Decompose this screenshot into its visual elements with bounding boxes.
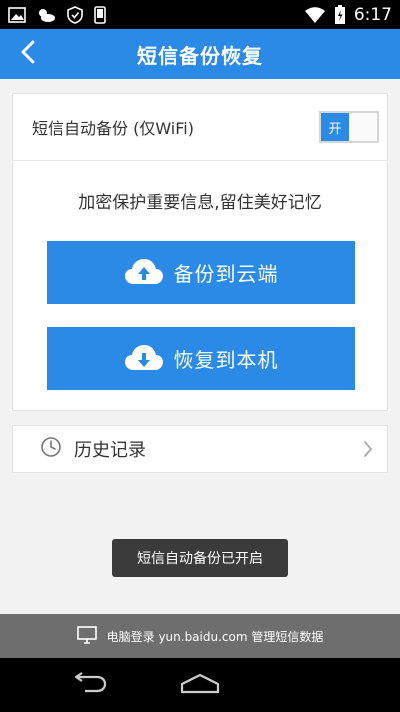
status-right-icons: 6:17 (304, 4, 392, 25)
app-header: 短信备份恢复 (0, 29, 400, 79)
auto-backup-label: 短信自动备份 (仅WiFi) (32, 119, 194, 138)
history-row[interactable]: 历史记录 (12, 425, 388, 473)
system-nav-bar (0, 658, 400, 712)
system-home-button[interactable] (170, 668, 230, 702)
back-arrow-icon (69, 672, 107, 698)
monitor-icon (76, 625, 97, 647)
status-time: 6:17 (353, 4, 392, 25)
footer-link[interactable]: 电脑登录 yun.baidu.com 管理短信数据 (0, 614, 400, 658)
phone-icon (94, 5, 106, 24)
status-left-icons (8, 5, 106, 24)
home-icon (180, 672, 220, 698)
auto-backup-toggle[interactable]: 开 (319, 111, 379, 143)
backup-card: 短信自动备份 (仅WiFi) 开 加密保护重要信息,留住美好记忆 备份到云端 恢… (12, 93, 388, 411)
chevron-left-icon (20, 40, 36, 68)
toast-message: 短信自动备份已开启 (112, 539, 288, 577)
cloud-upload-icon (124, 257, 164, 289)
system-back-button[interactable] (58, 668, 118, 702)
footer-text: 电脑登录 yun.baidu.com 管理短信数据 (106, 629, 324, 644)
wifi-icon (304, 6, 326, 24)
backup-to-cloud-label: 备份到云端 (173, 262, 279, 286)
weather-icon (36, 7, 56, 23)
toggle-on-label: 开 (321, 113, 349, 141)
clock-icon (40, 436, 62, 462)
history-label: 历史记录 (74, 440, 146, 461)
page-title: 短信备份恢复 (137, 43, 263, 68)
backup-to-cloud-button[interactable]: 备份到云端 (47, 241, 355, 304)
auto-backup-row: 短信自动备份 (仅WiFi) 开 (13, 94, 387, 161)
cloud-download-icon (124, 343, 164, 375)
battery-icon (334, 4, 346, 25)
back-button[interactable] (10, 36, 46, 72)
image-icon (8, 6, 26, 23)
status-bar: 6:17 (0, 0, 400, 29)
restore-to-local-button[interactable]: 恢复到本机 (47, 327, 355, 390)
restore-to-local-label: 恢复到本机 (173, 348, 279, 372)
slogan-text: 加密保护重要信息,留住美好记忆 (78, 193, 322, 213)
chevron-right-icon (363, 440, 373, 458)
shield-icon (66, 5, 84, 24)
